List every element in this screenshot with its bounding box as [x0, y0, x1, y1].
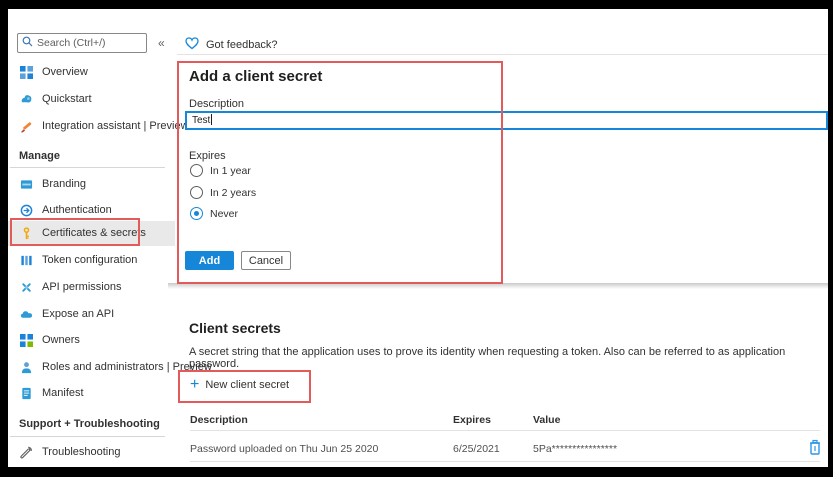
sidebar-item-manifest[interactable]: Manifest	[8, 381, 175, 405]
sidebar-item-label: Overview	[42, 66, 88, 78]
radio-icon	[190, 186, 203, 199]
sidebar-item-quickstart[interactable]: Quickstart	[8, 87, 175, 111]
sidebar-section-manage: Manage	[19, 150, 60, 162]
cloud-icon	[19, 307, 33, 321]
cancel-button[interactable]: Cancel	[241, 251, 291, 270]
radio-icon	[190, 207, 203, 220]
sidebar-item-label: Branding	[42, 178, 86, 190]
got-feedback-button[interactable]: Got feedback?	[185, 37, 278, 53]
add-client-secret-title: Add a client secret	[189, 68, 322, 85]
overview-icon	[19, 65, 33, 79]
sidebar-item-label: Manifest	[42, 387, 84, 399]
text-caret	[211, 114, 212, 125]
client-secrets-title: Client secrets	[189, 320, 281, 336]
column-header-value: Value	[533, 414, 560, 426]
divider	[177, 54, 828, 55]
divider	[190, 430, 820, 431]
sidebar-item-roles-administrators[interactable]: Roles and administrators | Preview	[8, 355, 175, 379]
add-button[interactable]: Add	[185, 251, 234, 270]
heart-icon	[185, 37, 199, 53]
radio-label: Never	[210, 208, 238, 220]
plus-icon: +	[190, 378, 199, 392]
new-client-secret-button[interactable]: + New client secret	[190, 378, 289, 392]
expires-label: Expires	[189, 150, 226, 162]
column-header-expires: Expires	[453, 414, 491, 426]
sidebar-item-api-permissions[interactable]: API permissions	[8, 275, 175, 299]
radio-in-1-year[interactable]: In 1 year	[190, 164, 251, 177]
sidebar-item-label: Quickstart	[42, 93, 92, 105]
cell-value: 5Pa****************	[533, 443, 617, 455]
sidebar-item-label: Certificates & secrets	[42, 227, 146, 239]
divider	[10, 167, 165, 168]
sidebar-item-integration-assistant[interactable]: Integration assistant | Preview	[8, 114, 175, 138]
search-input[interactable]	[37, 37, 142, 49]
sidebar-item-label: Roles and administrators | Preview	[42, 361, 212, 373]
radio-label: In 1 year	[210, 165, 251, 177]
api-permissions-icon	[19, 280, 33, 294]
sidebar-collapse-button[interactable]: «	[158, 36, 165, 50]
person-icon	[19, 360, 33, 374]
radio-never[interactable]: Never	[190, 207, 238, 220]
sidebar-item-label: Owners	[42, 334, 80, 346]
authentication-icon	[19, 203, 33, 217]
panel-shadow	[168, 283, 828, 289]
sidebar-item-token-configuration[interactable]: Token configuration	[8, 248, 175, 272]
sidebar-item-certificates-secrets[interactable]: Certificates & secrets	[8, 221, 175, 245]
sidebar-item-owners[interactable]: Owners	[8, 328, 175, 352]
sidebar-item-troubleshooting[interactable]: Troubleshooting	[8, 440, 175, 464]
cell-expires: 6/25/2021	[453, 443, 500, 455]
branding-icon	[19, 177, 33, 191]
sidebar-item-overview[interactable]: Overview	[8, 60, 175, 84]
sidebar-item-authentication[interactable]: Authentication	[8, 198, 175, 222]
token-configuration-icon	[19, 253, 33, 267]
sidebar-item-branding[interactable]: Branding	[8, 172, 175, 196]
radio-label: In 2 years	[210, 187, 256, 199]
got-feedback-label: Got feedback?	[206, 39, 278, 51]
sidebar-section-support: Support + Troubleshooting	[19, 418, 160, 430]
sidebar-search[interactable]	[17, 33, 147, 53]
client-secrets-description: A secret string that the application use…	[189, 346, 828, 370]
sidebar-item-expose-an-api[interactable]: Expose an API	[8, 302, 175, 326]
divider	[190, 461, 820, 462]
sidebar-item-label: Integration assistant | Preview	[42, 120, 189, 132]
cell-description: Password uploaded on Thu Jun 25 2020	[190, 443, 378, 455]
description-input[interactable]	[185, 111, 828, 130]
radio-icon	[190, 164, 203, 177]
quickstart-icon	[19, 92, 33, 106]
owners-icon	[19, 333, 33, 347]
delete-secret-button[interactable]	[808, 439, 822, 455]
integration-assistant-icon	[19, 119, 33, 133]
sidebar-item-label: Troubleshooting	[42, 446, 120, 458]
wrench-icon	[19, 445, 33, 459]
sidebar-item-label: Token configuration	[42, 254, 137, 266]
manifest-icon	[19, 386, 33, 400]
key-icon	[19, 226, 33, 240]
app-window: « Overview Quickstart Integration assist…	[8, 9, 828, 467]
divider	[10, 436, 165, 437]
sidebar-item-label: API permissions	[42, 281, 121, 293]
description-label: Description	[189, 98, 244, 110]
sidebar: « Overview Quickstart Integration assist…	[8, 9, 175, 467]
search-icon	[22, 34, 33, 52]
sidebar-item-label: Authentication	[42, 204, 112, 216]
new-client-secret-label: New client secret	[205, 379, 289, 391]
column-header-description: Description	[190, 414, 248, 426]
radio-in-2-years[interactable]: In 2 years	[190, 186, 256, 199]
description-field-wrap	[185, 110, 828, 129]
sidebar-item-label: Expose an API	[42, 308, 114, 320]
